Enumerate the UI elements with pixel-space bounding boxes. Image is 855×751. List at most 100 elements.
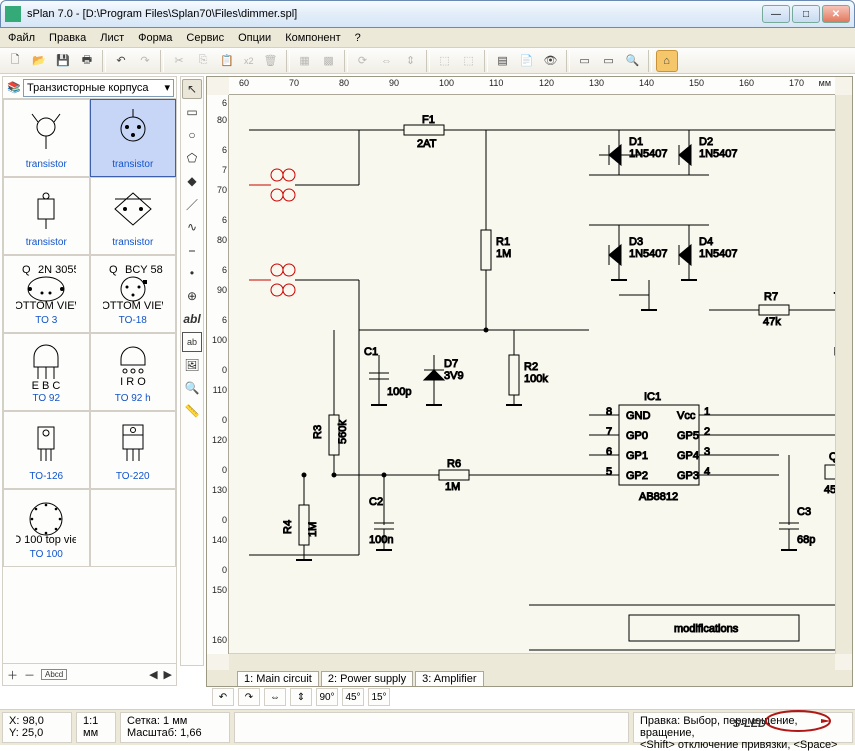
minimize-button[interactable]: —	[762, 5, 790, 23]
back-icon[interactable]: ▩	[318, 50, 340, 72]
svg-text:1N5407: 1N5407	[699, 248, 738, 260]
svg-text:D2: D2	[699, 136, 713, 148]
pointer-tool-icon[interactable]: ↖	[182, 79, 202, 99]
rotate-icon[interactable]: ⟳	[352, 50, 374, 72]
rect-tool-icon[interactable]: ▭	[182, 102, 202, 122]
lib-item-transistor-2[interactable]: transistor	[90, 99, 177, 177]
paste-icon[interactable]: 📋	[216, 50, 238, 72]
close-button[interactable]: ✕	[822, 5, 850, 23]
lib-item-transistor-1[interactable]: transistor	[3, 99, 90, 177]
minus-icon[interactable]: －	[24, 667, 35, 683]
svg-text:IC1: IC1	[644, 391, 661, 403]
right-arrow-icon[interactable]: ▶	[164, 668, 172, 681]
schematic-canvas[interactable]: F1 2AT D11N5407 D21N5407	[229, 95, 835, 654]
angle-45[interactable]: 45°	[342, 688, 364, 706]
bezier-tool-icon[interactable]: ∿	[182, 217, 202, 237]
lib-item-to126[interactable]: TO-126	[3, 411, 90, 489]
menu-sheet[interactable]: Лист	[100, 32, 124, 44]
copy-icon[interactable]: ⎘	[192, 50, 214, 72]
group-icon[interactable]: ⬚	[434, 50, 456, 72]
maximize-button[interactable]: □	[792, 5, 820, 23]
image-tool-icon[interactable]: 🖼	[182, 355, 202, 375]
svg-text:R2: R2	[524, 361, 538, 373]
zoom-tool-icon[interactable]: 🔍	[182, 378, 202, 398]
menu-help[interactable]: ?	[355, 32, 361, 44]
label-tool-icon[interactable]: ab	[182, 332, 202, 352]
cut-icon[interactable]: ✂	[168, 50, 190, 72]
coord-y: Y: 25,0	[9, 727, 65, 739]
plus-icon[interactable]: ＋	[7, 667, 18, 683]
duplicate-icon[interactable]: x2	[240, 50, 258, 72]
rotate-left-icon[interactable]: ↶	[212, 688, 234, 706]
lib-item-to92[interactable]: E B C TO 92	[3, 333, 90, 411]
horizontal-scrollbar[interactable]	[229, 653, 835, 670]
circle-tool-icon[interactable]: ○	[182, 125, 202, 145]
menu-options[interactable]: Опции	[238, 32, 271, 44]
flip-h-icon[interactable]: ⇔	[264, 688, 286, 706]
sheet2-icon[interactable]: ▭	[598, 50, 620, 72]
scale-label: 1:1	[83, 715, 109, 727]
poly-tool-icon[interactable]: ⬠	[182, 148, 202, 168]
svg-text:TO 100 top view: TO 100 top view	[16, 534, 76, 546]
home-icon[interactable]: ⌂	[656, 50, 678, 72]
svg-text:E B C: E B C	[32, 380, 61, 391]
svg-text:Q: Q	[22, 264, 31, 276]
line-tool-icon[interactable]: ／	[182, 194, 202, 214]
lib-item-to3[interactable]: Q2N 3055BOTTOM VIEW TO 3	[3, 255, 90, 333]
horizontal-ruler: 60 70 80 90 100 110 120 130 140 150 160 …	[229, 77, 835, 95]
open-icon[interactable]: 📂	[28, 50, 50, 72]
lib-item-to220[interactable]: TO-220	[90, 411, 177, 489]
svg-text:GP5: GP5	[677, 430, 699, 442]
left-arrow-icon[interactable]: ◀	[149, 668, 157, 681]
library-dropdown[interactable]: Транзисторные корпуса ▾	[23, 79, 174, 97]
rotate-right-icon[interactable]: ↷	[238, 688, 260, 706]
mirror-h-icon[interactable]: ⇔	[376, 50, 398, 72]
menu-shape[interactable]: Форма	[138, 32, 172, 44]
front-icon[interactable]: ▦	[294, 50, 316, 72]
shape-tool-icon[interactable]: ◆	[182, 171, 202, 191]
zoom-icon[interactable]: 🔍	[622, 50, 644, 72]
lib-item-transistor-4[interactable]: transistor	[90, 177, 177, 255]
abcd-toggle[interactable]: Abcd	[41, 669, 67, 680]
lib-item-to100[interactable]: TO 100 top view TO 100	[3, 489, 90, 567]
delete-icon[interactable]: 🗑	[260, 50, 282, 72]
align-icon[interactable]: ▤	[492, 50, 514, 72]
node-tool-icon[interactable]: •	[182, 263, 202, 283]
tool-palette: ↖ ▭ ○ ⬠ ◆ ／ ∿ ⎯ • ⊕ abl ab 🖼 🔍 📏	[180, 76, 204, 666]
lib-item-transistor-3[interactable]: transistor	[3, 177, 90, 255]
print-icon[interactable]: 🖶	[76, 50, 98, 72]
save-icon[interactable]: 💾	[52, 50, 74, 72]
lib-item-to92h[interactable]: I R O TO 92 h	[90, 333, 177, 411]
tab-main[interactable]: 1: Main circuit	[237, 671, 319, 686]
wire-tool-icon[interactable]: ⎯	[182, 240, 202, 260]
svg-text:I R O: I R O	[120, 376, 146, 388]
text-tool-icon[interactable]: abl	[182, 309, 202, 329]
svg-text:GP4: GP4	[677, 450, 699, 462]
redo-icon[interactable]: ↷	[134, 50, 156, 72]
undo-icon[interactable]: ↶	[110, 50, 132, 72]
svg-text:C3: C3	[797, 506, 811, 518]
menu-component[interactable]: Компонент	[285, 32, 340, 44]
measure-tool-icon[interactable]: 📏	[182, 401, 202, 421]
new-icon[interactable]: 🗋	[4, 50, 26, 72]
book-icon[interactable]: 📚	[5, 81, 23, 94]
tab-amp[interactable]: 3: Amplifier	[415, 671, 483, 686]
find-icon[interactable]: 👁	[540, 50, 562, 72]
vertical-scrollbar[interactable]	[835, 95, 852, 654]
svg-text:Vcc: Vcc	[677, 410, 696, 422]
svg-text:1N5407: 1N5407	[699, 148, 738, 160]
menu-edit[interactable]: Правка	[49, 32, 86, 44]
sheet-icon[interactable]: ▭	[574, 50, 596, 72]
list-icon[interactable]: 📄	[516, 50, 538, 72]
angle-bar: ↶ ↷ ⇔ ⇕ 90° 45° 15°	[208, 687, 851, 707]
tab-power[interactable]: 2: Power supply	[321, 671, 413, 686]
menu-file[interactable]: Файл	[8, 32, 35, 44]
dimension-tool-icon[interactable]: ⊕	[182, 286, 202, 306]
lib-item-to18[interactable]: QBCY 58BOTTOM VIEW TO-18	[90, 255, 177, 333]
menu-service[interactable]: Сервис	[186, 32, 224, 44]
angle-15[interactable]: 15°	[368, 688, 390, 706]
ungroup-icon[interactable]: ⬚	[458, 50, 480, 72]
mirror-v-icon[interactable]: ⇕	[400, 50, 422, 72]
angle-90[interactable]: 90°	[316, 688, 338, 706]
flip-v-icon[interactable]: ⇕	[290, 688, 312, 706]
